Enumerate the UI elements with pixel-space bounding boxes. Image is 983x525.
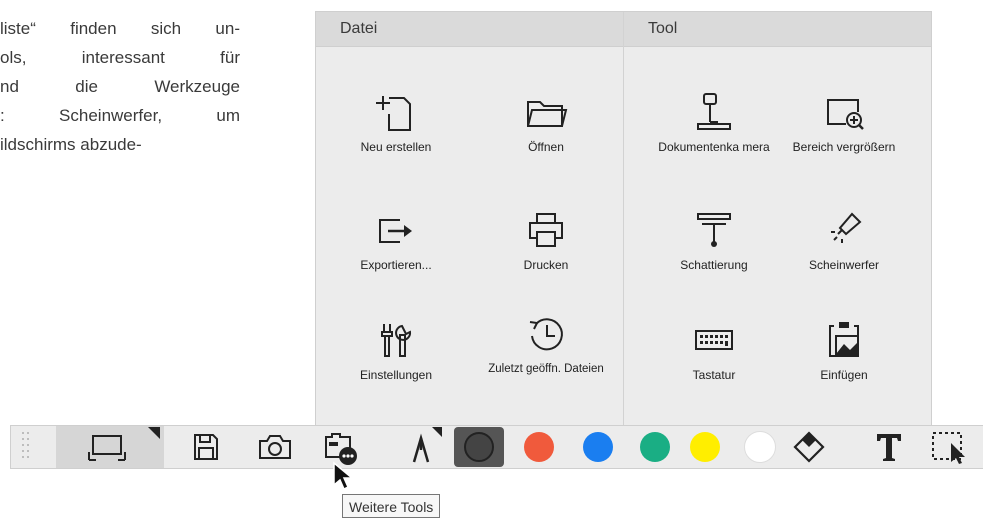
insert-label: Einfügen [820,368,868,382]
color-yellow [690,432,720,462]
more-tools-panel: Datei Neu erstellen Öffnen Exportieren.. [315,11,932,430]
zoom-area-icon [827,99,864,130]
save-icon [194,434,218,460]
bottom-toolbar [10,425,983,469]
doc-line: nd die Werkzeuge [0,77,240,96]
doc-line: ols, interessant für [0,48,240,67]
datei-column: Datei Neu erstellen Öffnen Exportieren.. [316,12,624,429]
toolbar-grip[interactable] [19,426,33,468]
export-label: Exportieren... [360,258,432,272]
insert-button[interactable]: Einfügen [784,318,904,383]
export-icon [379,219,412,243]
folder-icon [527,101,568,127]
color-white [744,431,776,463]
selection-tool-button[interactable] [927,426,971,468]
datei-header: Datei [316,12,623,47]
camera-button[interactable] [255,426,295,468]
printer-icon [529,213,563,247]
mouse-cursor-icon [333,461,354,491]
save-button[interactable] [189,426,223,468]
document-text: liste“ finden sich un- ols, interessant … [0,14,240,159]
shade-button[interactable]: Schattierung [654,208,774,273]
color-swatch-blue[interactable] [578,426,618,468]
tool-header: Tool [624,12,931,47]
insert-image-icon [829,322,859,357]
document-camera-icon [697,93,731,130]
text-tool-button[interactable] [869,426,909,468]
shade-label: Schattierung [680,258,748,272]
zoom-area-button[interactable]: Bereich vergrößern [784,90,904,155]
print-label: Drucken [523,258,569,272]
pen-icon [412,427,442,463]
new-file-icon [376,96,411,131]
spotlight-icon [831,212,862,243]
board-mode-button[interactable] [56,426,164,468]
spotlight-label: Scheinwerfer [808,258,880,272]
camera-icon [259,435,291,459]
color-orange [524,432,554,462]
doc-line: liste“ finden sich un- [0,19,240,38]
shade-icon [697,213,731,247]
doc-line: : Scheinwerfer, um [0,106,240,125]
new-file-button[interactable]: Neu erstellen [336,90,456,155]
settings-label: Einstellungen [359,368,433,382]
recent-files-button[interactable]: Zuletzt geöffn. Dateien [486,312,606,377]
tools-icon [381,324,412,357]
color-swatch-white[interactable] [740,426,780,468]
doc-line: ildschirms abzude- [0,135,142,154]
keyboard-icon [695,330,733,350]
recent-files-label: Zuletzt geöffn. Dateien [488,363,604,375]
text-icon [877,434,901,461]
color-dark-gray [464,432,494,462]
eraser-button[interactable] [789,426,829,468]
new-file-label: Neu erstellen [360,140,432,154]
settings-button[interactable]: Einstellungen [336,318,456,383]
keyboard-button[interactable]: Tastatur [654,318,774,383]
zoom-area-label: Bereich vergrößern [792,140,896,154]
color-green [640,432,670,462]
tool-column: Tool Dokumentenka mera Bereich vergrößer… [624,12,931,429]
print-button[interactable]: Drucken [486,208,606,273]
color-swatch-green[interactable] [635,426,675,468]
keyboard-label: Tastatur [692,368,736,382]
open-label: Öffnen [528,140,564,154]
color-blue [583,432,613,462]
pen-tool-button[interactable] [404,426,450,468]
recent-clock-icon [529,318,563,351]
open-button[interactable]: Öffnen [486,90,606,155]
selection-icon [932,432,965,464]
color-swatch-orange[interactable] [519,426,559,468]
board-mode-icon [88,427,160,461]
color-swatch-yellow[interactable] [685,426,725,468]
color-swatch-active[interactable] [454,427,504,467]
eraser-icon [793,431,825,463]
grip-icon [22,432,29,458]
document-camera-label: Dokumentenka mera [658,140,770,154]
spotlight-button[interactable]: Scheinwerfer [784,208,904,273]
tooltip: Weitere Tools [342,494,441,518]
document-camera-button[interactable]: Dokumentenka mera [654,90,774,155]
export-button[interactable]: Exportieren... [336,208,456,273]
